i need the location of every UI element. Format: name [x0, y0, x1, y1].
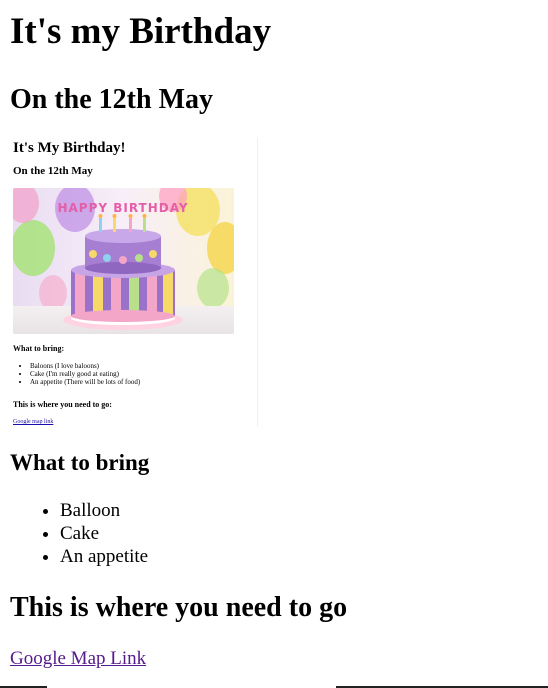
- google-map-link[interactable]: Google Map Link: [10, 647, 146, 670]
- cake-topper-text: HAPPY BIRTHDAY: [57, 201, 188, 215]
- bring-list: Balloon Cake An appetite: [10, 499, 538, 568]
- preview-list-item: Baloons (I love baloons): [30, 362, 140, 370]
- directions-heading: This is where you need to go: [10, 592, 348, 623]
- birthday-cake-photo: HAPPY BIRTHDAY: [13, 188, 234, 334]
- preview-go-heading: This is where you need to go:: [13, 400, 112, 409]
- list-item: Cake: [60, 522, 538, 545]
- preview-list-item: Cake (I'm really good at eating): [30, 370, 140, 378]
- preview-bring-heading: What to bring:: [13, 344, 65, 353]
- preview-list-item: An appetite (There will be lots of food): [30, 378, 140, 386]
- list-item: Balloon: [60, 499, 538, 522]
- page-title: It's my Birthday: [10, 11, 272, 52]
- preview-map-link: Google map link: [13, 419, 54, 425]
- page: It's my Birthday On the 12th May It's My…: [0, 0, 548, 670]
- preview-title: It's My Birthday!: [13, 140, 126, 156]
- preview-bring-list: Baloons (I love baloons) Cake (I'm reall…: [20, 362, 140, 386]
- preview-date-heading: On the 12th May: [13, 165, 93, 177]
- bring-heading: What to bring: [10, 450, 150, 475]
- birthday-preview-image: It's My Birthday! On the 12th May HAPPY …: [10, 137, 258, 427]
- list-item: An appetite: [60, 545, 538, 568]
- date-heading: On the 12th May: [10, 84, 213, 115]
